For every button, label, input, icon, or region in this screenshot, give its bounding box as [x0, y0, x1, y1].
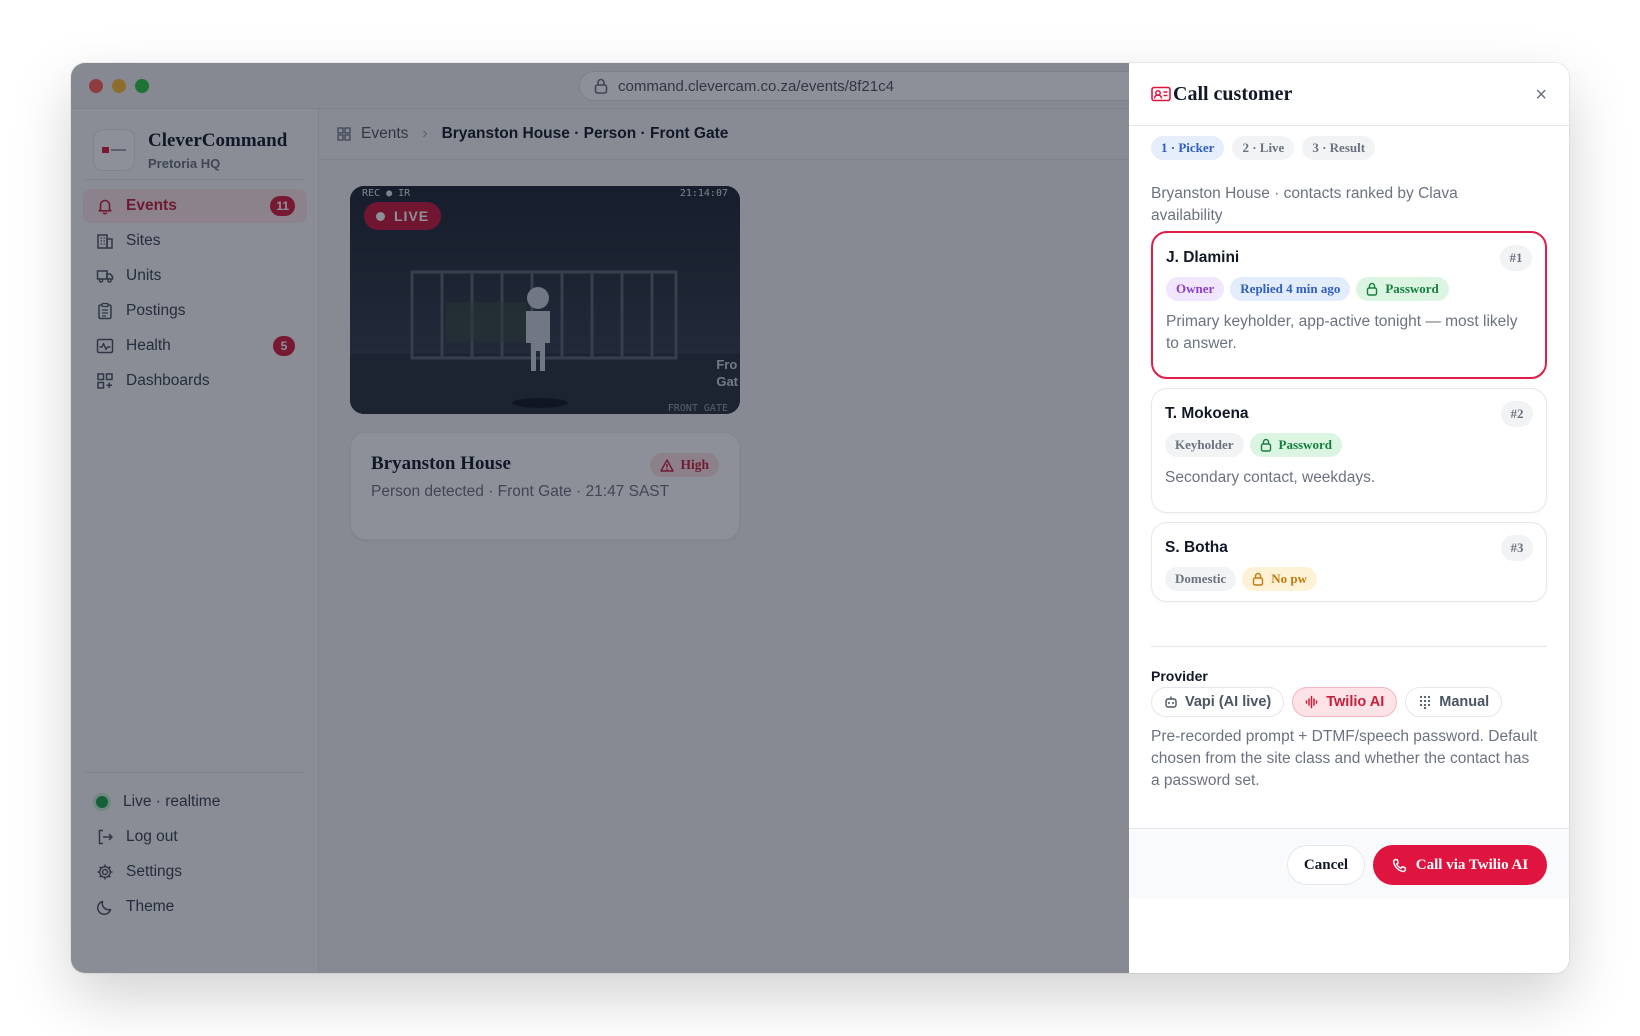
contact-name: T. Mokoena — [1165, 405, 1249, 422]
contact-description: Secondary contact, weekdays. — [1165, 469, 1376, 486]
contact-card[interactable]: J. Dlamini #1 Owner Replied 4 min ago Pa… — [1151, 231, 1547, 379]
panel-footer: Cancel Call via Twilio AI — [1129, 828, 1569, 899]
no-password-tag-label: No pw — [1271, 571, 1308, 586]
audio-wave-icon — [1305, 695, 1318, 709]
role-tag: Keyholder — [1165, 433, 1244, 457]
provider-twilio-button[interactable]: Twilio AI — [1292, 687, 1398, 717]
password-tag-label: Password — [1278, 437, 1332, 452]
step-indicator: 1 · Picker 2 · Live 3 · Result — [1151, 136, 1383, 160]
contact-tags: Keyholder Password — [1165, 433, 1348, 457]
modal-backdrop[interactable] — [71, 63, 1129, 973]
password-tag-label: Password — [1385, 281, 1439, 296]
phone-icon — [1392, 858, 1406, 872]
call-button[interactable]: Call via Twilio AI — [1373, 845, 1547, 885]
contact-tags: Owner Replied 4 min ago Password — [1166, 277, 1455, 301]
provider-vapi-button[interactable]: Vapi (AI live) — [1151, 687, 1285, 717]
no-password-tag: No pw — [1242, 567, 1318, 591]
panel-title: Call customer — [1173, 82, 1293, 105]
unlock-icon — [1253, 572, 1264, 586]
lock-icon — [1367, 282, 1378, 296]
contact-rank: #3 — [1501, 535, 1533, 561]
password-tag: Password — [1249, 433, 1342, 457]
contact-tags: Domestic No pw — [1165, 567, 1323, 591]
password-tag: Password — [1356, 277, 1449, 301]
lock-icon — [1260, 438, 1271, 452]
provider-label: Provider — [1151, 668, 1208, 684]
contact-name: S. Botha — [1165, 539, 1228, 556]
provider-option-label: Twilio AI — [1326, 694, 1385, 710]
contact-card[interactable]: S. Botha #3 Domestic No pw — [1151, 522, 1547, 602]
step-result[interactable]: 3 · Result — [1302, 136, 1376, 160]
keypad-icon — [1420, 695, 1431, 709]
provider-manual-button[interactable]: Manual — [1405, 687, 1503, 717]
provider-description: Pre-recorded prompt + DTMF/speech passwo… — [1151, 728, 1538, 789]
panel-header: Call customer × — [1129, 63, 1569, 126]
contact-card-icon — [1151, 86, 1171, 102]
cancel-button[interactable]: Cancel — [1287, 845, 1365, 885]
robot-icon — [1165, 696, 1177, 708]
provider-options: Vapi (AI live) Twilio AI Manual — [1151, 687, 1510, 717]
role-tag: Domestic — [1165, 567, 1237, 591]
contact-name: J. Dlamini — [1166, 249, 1240, 266]
role-tag: Owner — [1166, 277, 1225, 301]
browser-window: command.clevercam.co.za/events/8f21c4 Cl… — [71, 63, 1569, 973]
provider-option-label: Vapi (AI live) — [1185, 694, 1272, 710]
call-customer-panel: Call customer × 1 · Picker 2 · Live 3 · … — [1129, 63, 1569, 973]
contact-rank: #2 — [1501, 401, 1533, 427]
contacts-intro: Bryanston House · contacts ranked by Cla… — [1151, 185, 1458, 224]
close-icon[interactable]: × — [1535, 85, 1547, 105]
step-live[interactable]: 2 · Live — [1232, 136, 1295, 160]
contact-rank: #1 — [1500, 245, 1532, 271]
provider-divider — [1151, 646, 1547, 647]
step-picker[interactable]: 1 · Picker — [1151, 136, 1225, 160]
contact-description: Primary keyholder, app-active tonight — … — [1166, 313, 1518, 352]
contact-card[interactable]: T. Mokoena #2 Keyholder Password Seconda… — [1151, 388, 1547, 513]
activity-tag: Replied 4 min ago — [1230, 277, 1351, 301]
call-button-label: Call via Twilio AI — [1415, 856, 1529, 873]
provider-option-label: Manual — [1439, 694, 1490, 710]
